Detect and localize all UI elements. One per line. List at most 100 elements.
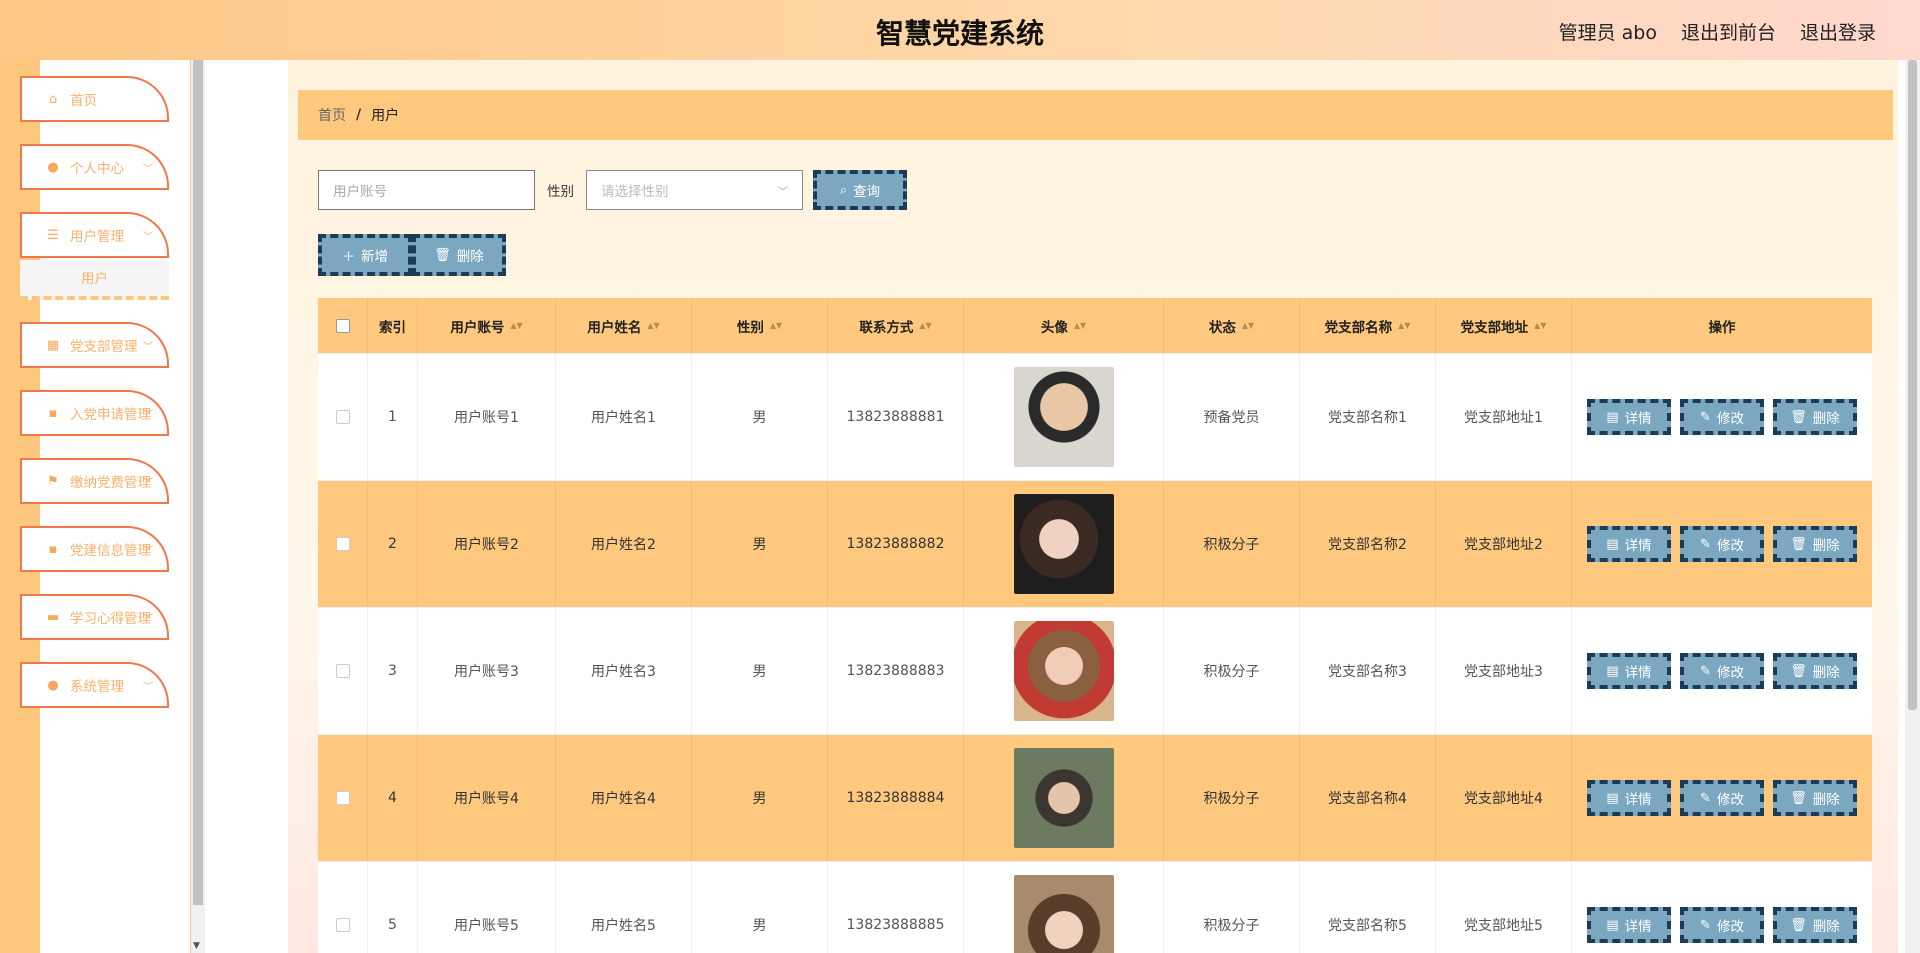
sidebar-item-branch-management[interactable]: ▦ 党支部管理 ﹀	[20, 322, 169, 368]
row-account: 用户账号2	[418, 481, 556, 607]
header-avatar[interactable]: 头像 ▲▼	[964, 298, 1164, 353]
delete-button[interactable]: 🗑 删除	[1773, 653, 1857, 689]
page-scrollbar[interactable]	[1905, 60, 1920, 953]
sort-icon[interactable]: ▲▼	[919, 322, 931, 330]
delete-label: 删除	[1812, 411, 1840, 427]
header-branch-address[interactable]: 党支部地址 ▲▼	[1436, 298, 1572, 353]
back-to-front-link[interactable]: 退出到前台	[1681, 18, 1776, 45]
delete-button[interactable]: 🗑 删除	[1773, 526, 1857, 562]
admin-user-link[interactable]: 管理员 abo	[1559, 18, 1657, 45]
sidebar-scrollbar[interactable]: ▼	[191, 60, 205, 953]
row-checkbox[interactable]	[335, 664, 350, 678]
sort-icon[interactable]: ▲▼	[510, 322, 522, 330]
edit-button[interactable]: ✎ 修改	[1680, 526, 1764, 562]
header-label: 性别	[736, 319, 764, 336]
row-branch-name: 党支部名称2	[1300, 481, 1436, 607]
header-name[interactable]: 用户姓名 ▲▼	[556, 298, 692, 353]
add-button[interactable]: ＋ 新增	[318, 234, 412, 276]
logout-link[interactable]: 退出登录	[1800, 18, 1876, 45]
row-operations: ▤ 详情 ✎ 修改 🗑 删除	[1572, 608, 1872, 734]
edit-label: 修改	[1716, 792, 1744, 808]
edit-button[interactable]: ✎ 修改	[1680, 907, 1764, 943]
row-operations: ▤ 详情 ✎ 修改 🗑 删除	[1572, 862, 1872, 953]
sidebar-item-application-management[interactable]: ▪ 入党申请管理 ﹀	[20, 390, 169, 436]
detail-button[interactable]: ▤ 详情	[1587, 907, 1671, 943]
search-icon: ⌕	[839, 182, 848, 198]
edit-button[interactable]: ✎ 修改	[1680, 653, 1764, 689]
chevron-down-icon: ﹀	[143, 614, 153, 625]
sidebar-item-label: 用户管理	[70, 229, 124, 245]
table-row: 4 用户账号4 用户姓名4 男 13823888884 积极分子 党支部名称4 …	[318, 735, 1872, 862]
delete-button[interactable]: 🗑 删除	[1773, 780, 1857, 816]
detail-button[interactable]: ▤ 详情	[1587, 780, 1671, 816]
sidebar-item-system-management[interactable]: ● 系统管理 ﹀	[20, 662, 169, 708]
sort-icon[interactable]: ▲▼	[1242, 322, 1254, 330]
row-op-buttons: ▤ 详情 ✎ 修改 🗑 删除	[1587, 907, 1857, 943]
header-contact[interactable]: 联系方式 ▲▼	[828, 298, 964, 353]
detail-button[interactable]: ▤ 详情	[1587, 399, 1671, 435]
sidebar-item-study-management[interactable]: ▬ 学习心得管理 ﹀	[20, 594, 169, 640]
edit-label: 修改	[1716, 411, 1744, 427]
account-search-input[interactable]: 用户账号	[318, 170, 535, 210]
detail-label: 详情	[1624, 919, 1652, 935]
scroll-down-icon[interactable]: ▼	[193, 941, 200, 951]
detail-button[interactable]: ▤ 详情	[1587, 526, 1671, 562]
breadcrumb-home[interactable]: 首页	[318, 105, 346, 125]
row-checkbox[interactable]	[335, 537, 350, 551]
row-checkbox[interactable]	[335, 410, 350, 424]
sidebar-subitem-user[interactable]: 用户	[20, 260, 169, 300]
edit-button[interactable]: ✎ 修改	[1680, 780, 1764, 816]
row-check-cell	[318, 354, 368, 480]
edit-button[interactable]: ✎ 修改	[1680, 399, 1764, 435]
row-branch-name: 党支部名称5	[1300, 862, 1436, 953]
sidebar-item-home[interactable]: ⌂ 首页	[20, 76, 169, 122]
row-avatar-cell	[964, 354, 1164, 480]
header-account[interactable]: 用户账号 ▲▼	[418, 298, 556, 353]
detail-button[interactable]: ▤ 详情	[1587, 653, 1671, 689]
sidebar-item-label: 党建信息管理	[70, 543, 151, 559]
delete-button[interactable]: 🗑 删除	[1773, 399, 1857, 435]
batch-delete-button[interactable]: 🗑 删除	[412, 234, 506, 276]
sort-icon[interactable]: ▲▼	[1398, 322, 1410, 330]
sidebar-scroll-thumb[interactable]	[193, 60, 203, 905]
header-label: 状态	[1208, 319, 1236, 336]
row-account: 用户账号4	[418, 735, 556, 861]
chat-icon: ▬	[46, 609, 60, 625]
sidebar-item-profile[interactable]: ● 个人中心 ﹀	[20, 144, 169, 190]
row-checkbox[interactable]	[335, 791, 350, 805]
sidebar-item-info-management[interactable]: ▪ 党建信息管理 ﹀	[20, 526, 169, 572]
sort-icon[interactable]: ▲▼	[1074, 322, 1086, 330]
header-label: 党支部地址	[1460, 319, 1529, 336]
row-branch-address: 党支部地址3	[1436, 608, 1572, 734]
sort-icon[interactable]: ▲▼	[770, 322, 782, 330]
sex-select[interactable]: 请选择性别 ﹀	[586, 170, 803, 210]
pin-icon: ●	[47, 677, 59, 693]
page-scroll-thumb[interactable]	[1908, 60, 1917, 710]
chevron-down-icon: ﹀	[143, 410, 153, 421]
sex-label: 性别	[547, 184, 574, 200]
delete-button[interactable]: 🗑 删除	[1773, 907, 1857, 943]
delete-label: 删除	[1812, 919, 1840, 935]
row-name: 用户姓名1	[556, 354, 692, 480]
sort-icon[interactable]: ▲▼	[647, 322, 659, 330]
list-icon: ☰	[47, 227, 59, 243]
row-checkbox[interactable]	[335, 918, 350, 932]
select-all-checkbox[interactable]	[335, 318, 350, 333]
row-contact: 13823888881	[828, 354, 964, 480]
table-row: 5 用户账号5 用户姓名5 男 13823888885 积极分子 党支部名称5 …	[318, 862, 1872, 953]
grid-icon: ▦	[46, 337, 60, 353]
delete-label: 删除	[1812, 792, 1840, 808]
chevron-down-icon: ﹀	[143, 546, 153, 557]
pencil-icon: ✎	[1700, 536, 1711, 552]
header-branch-name[interactable]: 党支部名称 ▲▼	[1300, 298, 1436, 353]
header-status[interactable]: 状态 ▲▼	[1164, 298, 1300, 353]
sort-icon[interactable]: ▲▼	[1534, 322, 1546, 330]
query-button[interactable]: ⌕ 查询	[813, 170, 907, 210]
row-operations: ▤ 详情 ✎ 修改 🗑 删除	[1572, 735, 1872, 861]
row-avatar-cell	[964, 862, 1164, 953]
sidebar-item-fee-management[interactable]: ⚑ 缴纳党费管理 ﹀	[20, 458, 169, 504]
header-operations: 操作	[1708, 319, 1736, 336]
chevron-down-icon: ﹀	[143, 682, 153, 693]
sidebar-item-user-management[interactable]: ☰ 用户管理 ﹀	[20, 212, 169, 258]
header-sex[interactable]: 性别 ▲▼	[692, 298, 828, 353]
